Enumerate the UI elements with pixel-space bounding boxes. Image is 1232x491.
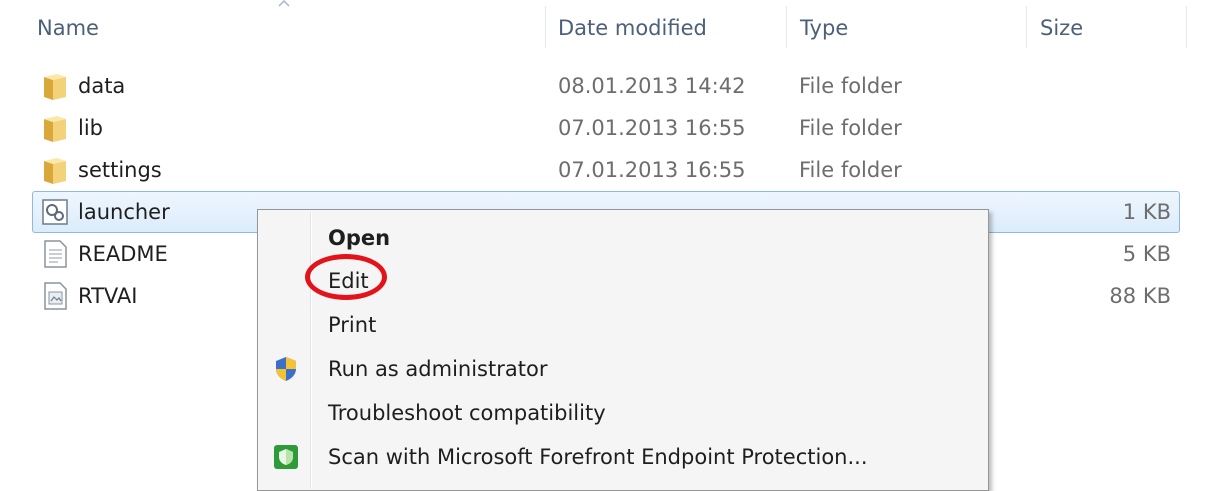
menu-item-label: Run as administrator <box>328 357 548 381</box>
file-name: data <box>78 74 126 98</box>
menu-item-label: Print <box>328 313 377 337</box>
column-header-type[interactable]: Type <box>800 0 848 52</box>
menu-item-run-as-administrator[interactable]: Run as administrator <box>260 348 984 390</box>
menu-item-troubleshoot-compatibility[interactable]: Troubleshoot compatibility <box>260 392 984 434</box>
file-name: settings <box>78 158 162 182</box>
file-name: README <box>78 242 168 266</box>
file-type: File folder <box>799 116 902 140</box>
file-date: 08.01.2013 14:42 <box>558 74 746 98</box>
file-row-data[interactable]: data 08.01.2013 14:42 File folder <box>32 65 1180 107</box>
file-type: File folder <box>799 74 902 98</box>
column-divider[interactable] <box>786 6 787 48</box>
column-divider[interactable] <box>1186 6 1187 48</box>
column-header-date-modified[interactable]: Date modified <box>558 0 707 52</box>
batch-file-icon <box>42 199 68 225</box>
menu-item-label: Troubleshoot compatibility <box>328 401 606 425</box>
column-divider[interactable] <box>545 6 546 48</box>
file-name: launcher <box>78 200 170 224</box>
menu-item-open[interactable]: Open <box>260 217 984 259</box>
folder-icon <box>44 116 66 142</box>
file-row-lib[interactable]: lib 07.01.2013 16:55 File folder <box>32 107 1180 149</box>
column-divider[interactable] <box>1026 6 1027 48</box>
file-type: File folder <box>799 158 902 182</box>
context-menu: Open Edit Print Run as administrator Tro… <box>257 209 989 491</box>
forefront-shield-icon <box>274 445 298 469</box>
text-file-icon <box>44 240 67 268</box>
column-header: Name Date modified Type Size <box>0 0 1232 58</box>
image-file-icon <box>44 282 67 310</box>
annotation-highlight-ring <box>305 254 387 300</box>
folder-icon <box>44 158 66 184</box>
file-name: lib <box>78 116 103 140</box>
file-size: 5 KB <box>1122 242 1171 266</box>
sort-arrow-icon <box>278 0 290 7</box>
file-size: 1 KB <box>1122 200 1171 224</box>
file-date: 07.01.2013 16:55 <box>558 116 746 140</box>
file-date: 07.01.2013 16:55 <box>558 158 746 182</box>
file-name: RTVAI <box>78 284 138 308</box>
column-header-name[interactable]: Name <box>37 0 99 52</box>
file-row-settings[interactable]: settings 07.01.2013 16:55 File folder <box>32 149 1180 191</box>
uac-shield-icon <box>276 357 296 381</box>
file-size: 88 KB <box>1109 284 1171 308</box>
menu-item-print[interactable]: Print <box>260 304 984 346</box>
menu-item-label: Open <box>328 226 391 250</box>
column-header-size[interactable]: Size <box>1040 0 1083 52</box>
folder-icon <box>44 74 66 100</box>
